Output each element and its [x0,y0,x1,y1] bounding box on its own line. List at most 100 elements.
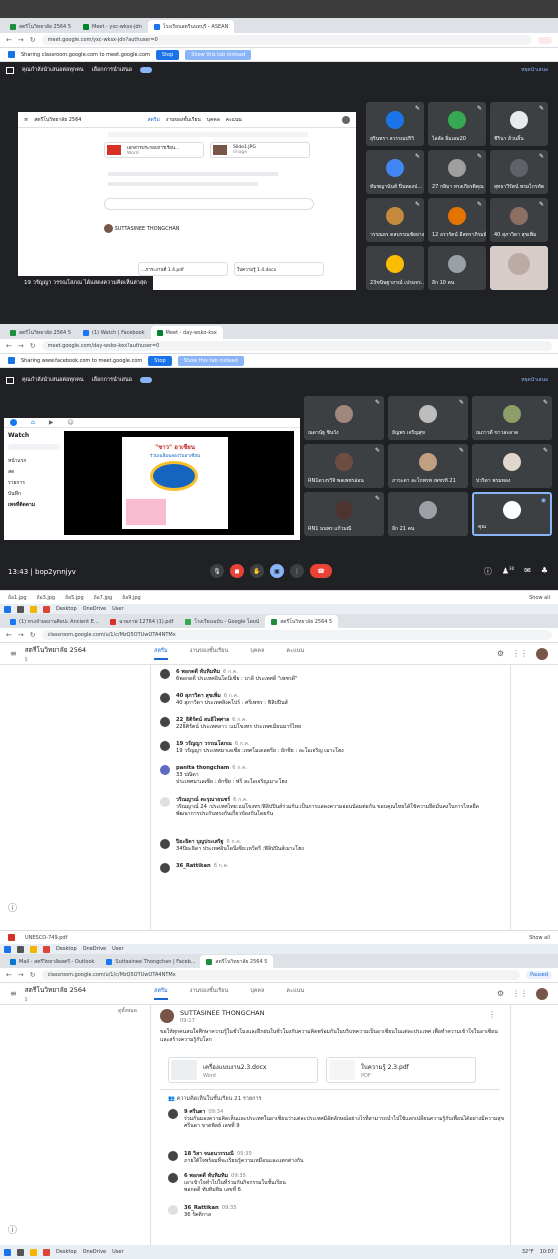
gear-icon[interactable]: ⚙ [497,989,504,998]
windows-start-icon[interactable] [4,945,11,953]
search-icon[interactable] [17,605,24,613]
s4-address-bar[interactable]: classroom.google.com/u/1/c/MzQ5OTUwOTA4N… [41,970,521,980]
explorer-icon[interactable] [30,605,37,613]
download-item[interactable]: UNESCO-749.pdf [25,935,67,941]
tab-classwork[interactable]: งานของชั้นเรียน [190,987,229,1000]
tab-grades[interactable]: คะแนน [286,647,304,660]
menu-icon[interactable]: ≡ [10,989,17,998]
s4-tab-1[interactable]: Suttasinee Thongchan | Faceb... [100,955,200,968]
tab-grades[interactable]: คะแนน [286,987,304,1000]
tab-stream[interactable]: สตรีม [154,987,168,1000]
s3-tab-0[interactable]: (1) ทรงจำผลงานศิลปะ Ancient E... [4,615,104,628]
taskbar-user[interactable]: User [112,606,123,612]
windows-start-icon[interactable] [4,605,11,613]
forward-icon[interactable]: → [18,631,24,639]
more-participants-tile[interactable]: อีก 21 คน [388,492,468,536]
attachment-docx[interactable]: เครื่องแบบงาน2.3.docx Word [168,1057,318,1083]
s1-tab-2[interactable]: โรงเรียนสตรีนนทบุรี - ASEAN [147,20,235,33]
fb-side-item[interactable]: บันทึก [8,489,35,500]
stop-share-button[interactable]: Stop [148,355,172,366]
taskbar-desktop[interactable]: Desktop [56,1249,77,1255]
fb-side-item[interactable]: หน้าแรก [8,456,35,467]
s3-tab-1[interactable]: ฉายภาพ 12764 (1).pdf [104,615,179,628]
taskbar-onedrive[interactable]: OneDrive [83,946,107,952]
mic-icon[interactable]: 🎙 [210,564,224,578]
s2-tab-0[interactable]: สตรีโนวิทยาลัย 2564 5 [4,326,77,339]
taskbar-user[interactable]: User [112,946,123,952]
tab-people[interactable]: บุคคล [250,647,264,660]
show-all-downloads[interactable]: Show all [529,935,550,941]
reload-icon[interactable]: ↻ [30,342,36,350]
s4-tab-0[interactable]: Mail - สตรีวิทยาลัยสตรี - Outlook [4,955,100,968]
more-options-icon[interactable]: ⋮ [290,564,304,578]
taskbar-onedrive[interactable]: OneDrive [83,606,107,612]
more-vert-icon[interactable]: ⋮ [488,1009,496,1020]
s2-tab-2[interactable]: Meet - day-wsko-ksx [150,326,223,339]
menu-icon[interactable]: ≡ [10,649,17,658]
s2-tab-1[interactable]: (1) Watch | Facebook [77,326,151,339]
taskbar-onedrive[interactable]: OneDrive [83,1249,107,1255]
download-item[interactable]: ถ้อ3.jpg [37,594,56,602]
s1-tab-1[interactable]: Meet - yxc-wksx-jdn [77,20,148,33]
reload-icon[interactable]: ↻ [30,36,36,44]
show-this-tab-button[interactable]: Show this tab instead [177,355,244,366]
side-link[interactable]: ดูทั้งหมด [118,1007,137,1015]
s3-tab-3[interactable]: สตรีโนวิทยาลัย 2564 5 [265,615,339,628]
doc-comment-input[interactable] [104,198,314,210]
apps-grid-icon[interactable]: ⋮⋮ [512,649,528,658]
s3-tab-2[interactable]: โรงเรียนฉบับ - Google โดยน์ [179,615,265,628]
windows-start-icon[interactable] [4,1248,11,1256]
layout-toggle[interactable] [140,377,153,383]
search-icon[interactable] [17,1248,24,1256]
help-icon[interactable]: ⓘ [8,1223,17,1236]
show-this-tab-button[interactable]: Show this tab instead [185,49,252,60]
fb-side-item[interactable]: สด [8,467,35,478]
explorer-icon[interactable] [30,1248,37,1256]
forward-icon[interactable]: → [18,971,24,979]
search-icon[interactable] [17,945,24,953]
stop-share-button[interactable]: Stop [155,49,180,60]
chrome-icon[interactable] [43,1248,50,1256]
taskbar-user[interactable]: User [112,1249,123,1255]
gear-icon[interactable]: ⚙ [497,649,504,658]
activities-icon[interactable]: ♣ [541,566,548,577]
chrome-icon[interactable] [43,945,50,953]
info-icon[interactable]: ⓘ [484,566,492,577]
raise-hand-icon[interactable]: ✋ [250,564,264,578]
download-item[interactable]: ถ้อ1.jpg [8,594,27,602]
present-now-icon[interactable]: ▣ [270,564,284,578]
class-title[interactable]: สตรีโนวิทยาลัย 2564 5 [25,645,86,663]
back-icon[interactable]: ← [6,342,12,350]
s3-address-bar[interactable]: classroom.google.com/u/1/c/MzQ5OTUwOTA4N… [41,630,552,640]
apps-grid-icon[interactable]: ⋮⋮ [512,989,528,998]
stop-presenting-link[interactable]: หยุดนำเสนอ [521,66,548,74]
forward-icon[interactable]: → [18,36,24,44]
profile-paused-chip[interactable]: Paused [526,971,552,979]
more-participants-tile[interactable]: อีก 10 คน [428,246,486,290]
reload-icon[interactable]: ↻ [30,971,36,979]
end-call-icon[interactable]: ☎ [310,564,332,578]
fb-video-player[interactable]: "ชาว" อาเซียน ร่วมเฉลิมฉลองวันอาเซียน [64,431,294,535]
forward-icon[interactable]: → [18,342,24,350]
back-icon[interactable]: ← [6,631,12,639]
download-item[interactable]: ถ้อ7.jpg [94,594,113,602]
help-icon[interactable]: ⓘ [8,901,17,914]
s2-address-bar[interactable]: meet.google.com/day-wsko-kex?authuser=0 [41,341,552,351]
fb-search[interactable] [8,444,60,450]
camera-off-icon[interactable]: ◼ [230,564,244,578]
download-item[interactable]: ถ้อ9.jpg [122,594,141,602]
chrome-icon[interactable] [43,605,50,613]
reload-icon[interactable]: ↻ [30,631,36,639]
download-item[interactable]: ถ้อ5.jpg [65,594,84,602]
s1-address-bar[interactable]: meet.google.com/yxc-wksx-jdn?authuser=0 [41,35,532,45]
stop-presenting-link[interactable]: หยุดนำเสนอ [521,376,548,384]
fb-side-item[interactable]: รายการ [8,478,35,489]
class-title[interactable]: สตรีโนวิทยาลัย 2564 5 [25,985,86,1003]
avatar[interactable] [536,987,548,1000]
attachment-pdf[interactable]: ใบความรู้ 2.3.pdf PDF [326,1057,476,1083]
taskbar-desktop[interactable]: Desktop [56,606,77,612]
tab-stream[interactable]: สตรีม [154,647,168,660]
taskbar-desktop[interactable]: Desktop [56,946,77,952]
back-icon[interactable]: ← [6,36,12,44]
back-icon[interactable]: ← [6,971,12,979]
